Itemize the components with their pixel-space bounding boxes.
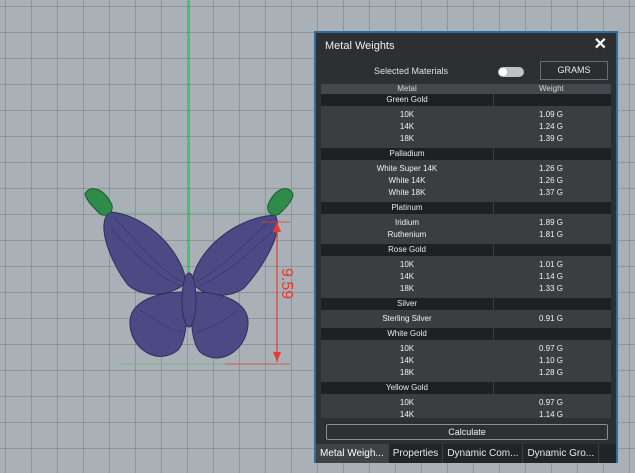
- panel-tabs: Metal Weigh... Properties Dynamic Com... Dy…: [316, 444, 616, 463]
- group-weight-cell: [493, 202, 611, 214]
- butterfly-left-upper-wing: [103, 211, 187, 295]
- metal-cell: 18K: [399, 368, 415, 377]
- table-row[interactable]: 10K 0.97 G: [321, 397, 611, 409]
- weight-cell: 0.97 G: [539, 398, 564, 407]
- weight-cell: 1.26 G: [539, 176, 564, 185]
- table-row[interactable]: 18K 1.39 G: [321, 133, 611, 145]
- close-icon[interactable]: ✕: [594, 37, 607, 53]
- column-header-weight: Weight: [539, 84, 564, 93]
- group-header[interactable]: Platinum: [321, 202, 611, 214]
- tab-0[interactable]: Metal Weigh...: [316, 444, 389, 463]
- table-row[interactable]: White 18K 1.37 G: [321, 187, 611, 199]
- metal-cell: Sterling Silver: [382, 314, 432, 323]
- table-row[interactable]: 10K 1.09 G: [321, 109, 611, 121]
- metal-cell: 14K: [399, 122, 415, 131]
- group-name: Green Gold: [321, 94, 493, 106]
- group-weight-cell: [493, 382, 611, 394]
- weight-cell: 1.39 G: [539, 134, 564, 143]
- weight-cell: 0.97 G: [539, 344, 564, 353]
- table-row[interactable]: 10K 0.97 G: [321, 343, 611, 355]
- metal-cell: 10K: [399, 110, 415, 119]
- group-name: Rose Gold: [321, 244, 493, 256]
- metal-cell: 10K: [399, 398, 415, 407]
- toggle-knob: [499, 68, 507, 76]
- metal-cell: White 18K: [388, 188, 426, 197]
- table-row[interactable]: 18K 1.33 G: [321, 283, 611, 295]
- table-header: Metal Weight: [321, 84, 611, 94]
- group-header[interactable]: Yellow Gold: [321, 382, 611, 394]
- metal-weights-panel: Metal Weights ✕ Selected Materials GRAMS…: [314, 31, 618, 463]
- right-antenna-tip: [267, 188, 294, 216]
- weight-cell: 1.09 G: [539, 110, 564, 119]
- metal-cell: White Super 14K: [376, 164, 438, 173]
- metal-cell: 18K: [399, 284, 415, 293]
- table-row[interactable]: 10K 1.01 G: [321, 259, 611, 271]
- group-weight-cell: [493, 244, 611, 256]
- group-header[interactable]: Rose Gold: [321, 244, 611, 256]
- tab-3[interactable]: Dynamic Gro...: [523, 444, 600, 463]
- metal-cell: 14K: [399, 272, 415, 281]
- butterfly-right-lower-wing: [191, 291, 249, 359]
- metal-cell: White 14K: [388, 176, 426, 185]
- butterfly-body: [181, 272, 197, 328]
- weight-cell: 0.91 G: [539, 314, 564, 323]
- weight-cell: 1.10 G: [539, 356, 564, 365]
- dimension-label: 9.59: [278, 268, 295, 299]
- weight-cell: 1.28 G: [539, 368, 564, 377]
- group-header[interactable]: White Gold: [321, 328, 611, 340]
- table-row[interactable]: Sterling Silver 0.91 G: [321, 313, 611, 325]
- metal-cell: 10K: [399, 260, 415, 269]
- group-name: Platinum: [321, 202, 493, 214]
- weight-cell: 1.89 G: [539, 218, 564, 227]
- calculate-button[interactable]: Calculate: [326, 424, 608, 440]
- group-weight-cell: [493, 148, 611, 160]
- group-name: Palladium: [321, 148, 493, 160]
- group-weight-cell: [493, 94, 611, 106]
- table-row[interactable]: 14K 1.10 G: [321, 355, 611, 367]
- metal-cell: Iridium: [394, 218, 419, 227]
- group-name: White Gold: [321, 328, 493, 340]
- metal-cell: 18K: [399, 134, 415, 143]
- group-name: Yellow Gold: [321, 382, 493, 394]
- left-antenna-tip: [84, 188, 113, 216]
- table-row[interactable]: Ruthenium 1.81 G: [321, 229, 611, 241]
- group-header[interactable]: Palladium: [321, 148, 611, 160]
- weight-cell: 1.14 G: [539, 272, 564, 281]
- table-row[interactable]: 14K 1.14 G: [321, 271, 611, 283]
- group-header[interactable]: Silver: [321, 298, 611, 310]
- table-row[interactable]: 14K 1.14 G: [321, 409, 611, 418]
- selected-materials-label: Selected Materials: [374, 66, 449, 76]
- group-weight-cell: [493, 298, 611, 310]
- panel-title: Metal Weights: [325, 40, 395, 52]
- tab-1[interactable]: Properties: [389, 444, 444, 463]
- metal-cell: 10K: [399, 344, 415, 353]
- metal-weights-table: Metal Weight Green Gold 10K 1.09 G 14K 1.24 …: [321, 84, 611, 418]
- column-header-metal: Metal: [397, 84, 417, 93]
- table-row[interactable]: White 14K 1.26 G: [321, 175, 611, 187]
- table-row[interactable]: Iridium 1.89 G: [321, 217, 611, 229]
- weight-cell: 1.37 G: [539, 188, 564, 197]
- tab-2[interactable]: Dynamic Com...: [443, 444, 524, 463]
- table-row[interactable]: 14K 1.24 G: [321, 121, 611, 133]
- weight-cell: 1.14 G: [539, 410, 564, 418]
- weight-cell: 1.33 G: [539, 284, 564, 293]
- butterfly-left-lower-wing: [129, 291, 187, 357]
- weight-cell: 1.01 G: [539, 260, 564, 269]
- table-row[interactable]: 18K 1.28 G: [321, 367, 611, 379]
- weight-cell: 1.24 G: [539, 122, 564, 131]
- weight-cell: 1.26 G: [539, 164, 564, 173]
- group-weight-cell: [493, 328, 611, 340]
- metal-cell: 14K: [399, 410, 415, 418]
- selected-materials-toggle[interactable]: [498, 67, 524, 77]
- weight-cell: 1.81 G: [539, 230, 564, 239]
- unit-button[interactable]: GRAMS: [540, 61, 608, 80]
- group-name: Silver: [321, 298, 493, 310]
- metal-cell: 14K: [399, 356, 415, 365]
- metal-cell: Ruthenium: [387, 230, 427, 239]
- table-row[interactable]: White Super 14K 1.26 G: [321, 163, 611, 175]
- group-header[interactable]: Green Gold: [321, 94, 611, 106]
